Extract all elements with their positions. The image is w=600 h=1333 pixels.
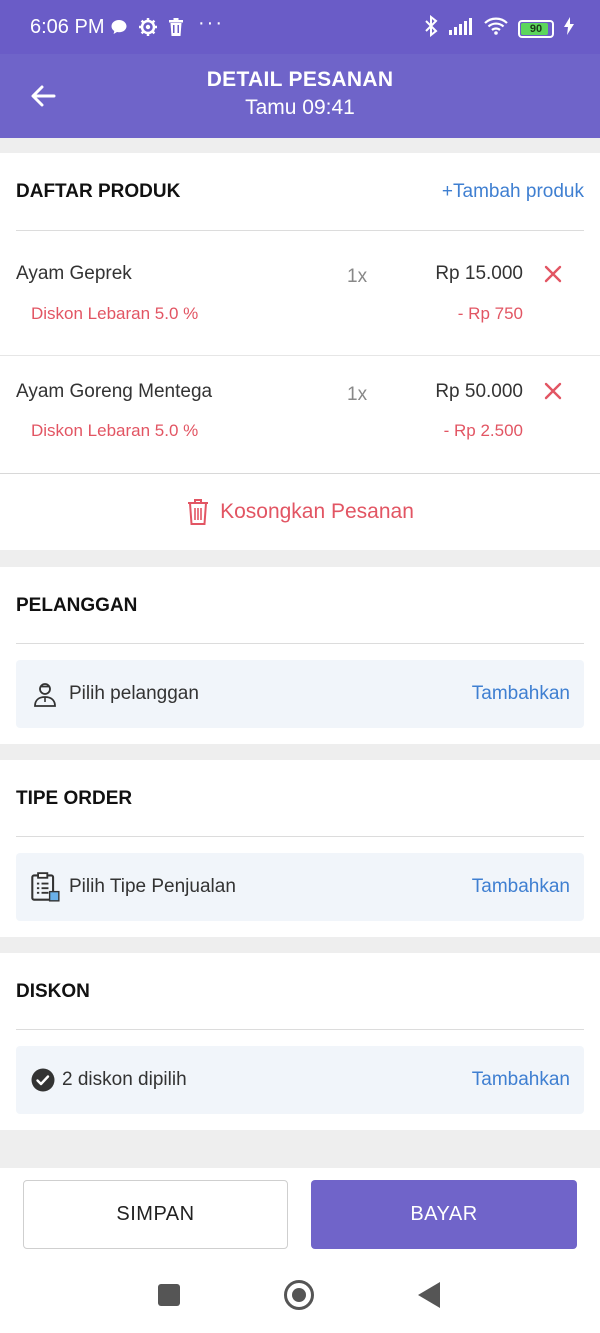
trash-icon bbox=[168, 18, 184, 41]
product-discount-value: - Rp 2.500 bbox=[443, 421, 523, 440]
pick-order-type-label: Pilih Tipe Penjualan bbox=[69, 876, 236, 897]
recent-apps-button[interactable] bbox=[158, 1284, 180, 1306]
clipboard-list-icon bbox=[31, 872, 60, 902]
add-discount-link[interactable]: Tambahkan bbox=[472, 1069, 570, 1091]
person-icon bbox=[34, 683, 56, 707]
pick-order-type-row[interactable]: Pilih Tipe Penjualan Tambahkan bbox=[16, 853, 584, 921]
home-button[interactable] bbox=[284, 1280, 314, 1310]
order-type-card: TIPE ORDER Pilih Tipe Penjualan Tambahka… bbox=[0, 760, 600, 937]
status-bar: 6:06 PM ··· 90 bbox=[0, 0, 600, 54]
pick-discount-row[interactable]: 2 diskon dipilih Tambahkan bbox=[16, 1046, 584, 1114]
section-title-order-type: TIPE ORDER bbox=[16, 788, 133, 809]
more-dots: ··· bbox=[198, 12, 224, 34]
clear-order-label: Kosongkan Pesanan bbox=[220, 500, 414, 523]
status-time: 6:06 PM bbox=[30, 16, 105, 38]
battery-icon: 90 bbox=[518, 19, 554, 38]
signal-icon bbox=[448, 17, 474, 40]
pick-customer-label: Pilih pelanggan bbox=[69, 683, 199, 704]
add-order-type-link[interactable]: Tambahkan bbox=[472, 876, 570, 898]
pay-button[interactable]: BAYAR bbox=[311, 1180, 577, 1249]
product-qty: 1x bbox=[347, 384, 368, 405]
customer-card: PELANGGAN Pilih pelanggan Tambahkan bbox=[0, 567, 600, 744]
add-customer-link[interactable]: Tambahkan bbox=[472, 683, 570, 705]
add-product-link[interactable]: +Tambah produk bbox=[442, 181, 584, 203]
product-price: Rp 50.000 bbox=[435, 381, 523, 402]
chat-bubble-icon bbox=[110, 18, 128, 41]
product-price: Rp 15.000 bbox=[435, 263, 523, 284]
product-discount-value: - Rp 750 bbox=[457, 304, 523, 323]
page-subtitle: Tamu 09:41 bbox=[245, 96, 355, 119]
product-qty: 1x bbox=[347, 266, 368, 287]
close-icon bbox=[544, 382, 562, 400]
system-back-button[interactable] bbox=[418, 1282, 440, 1308]
close-icon bbox=[544, 265, 562, 283]
section-title-customer: PELANGGAN bbox=[16, 595, 138, 616]
check-circle-icon bbox=[31, 1068, 55, 1092]
discount-card: DISKON 2 diskon dipilih Tambahkan bbox=[0, 953, 600, 1130]
section-title-discount: DISKON bbox=[16, 981, 90, 1002]
product-discount-name: Diskon Lebaran 5.0 % bbox=[31, 304, 199, 323]
pick-discount-label: 2 diskon dipilih bbox=[62, 1069, 187, 1090]
charging-icon bbox=[564, 17, 574, 40]
remove-product-button[interactable] bbox=[543, 381, 563, 401]
section-title-products: DAFTAR PRODUK bbox=[16, 181, 181, 202]
remove-product-button[interactable] bbox=[543, 264, 563, 284]
save-button[interactable]: SIMPAN bbox=[23, 1180, 288, 1249]
product-list-card: DAFTAR PRODUK +Tambah produk Ayam Geprek… bbox=[0, 153, 600, 550]
product-discount-name: Diskon Lebaran 5.0 % bbox=[31, 421, 199, 440]
clear-order-button[interactable]: Kosongkan Pesanan bbox=[0, 474, 600, 550]
page-title: DETAIL PESANAN bbox=[206, 68, 394, 91]
gear-icon bbox=[138, 17, 158, 42]
bottom-action-bar: SIMPAN BAYAR bbox=[0, 1168, 600, 1333]
app-header: DETAIL PESANAN Tamu 09:41 bbox=[0, 54, 600, 138]
trash-icon bbox=[188, 499, 209, 525]
wifi-icon bbox=[484, 17, 508, 40]
product-name: Ayam Goreng Mentega bbox=[16, 381, 213, 402]
product-name: Ayam Geprek bbox=[16, 263, 132, 284]
bluetooth-icon bbox=[424, 14, 438, 42]
pick-customer-row[interactable]: Pilih pelanggan Tambahkan bbox=[16, 660, 584, 728]
